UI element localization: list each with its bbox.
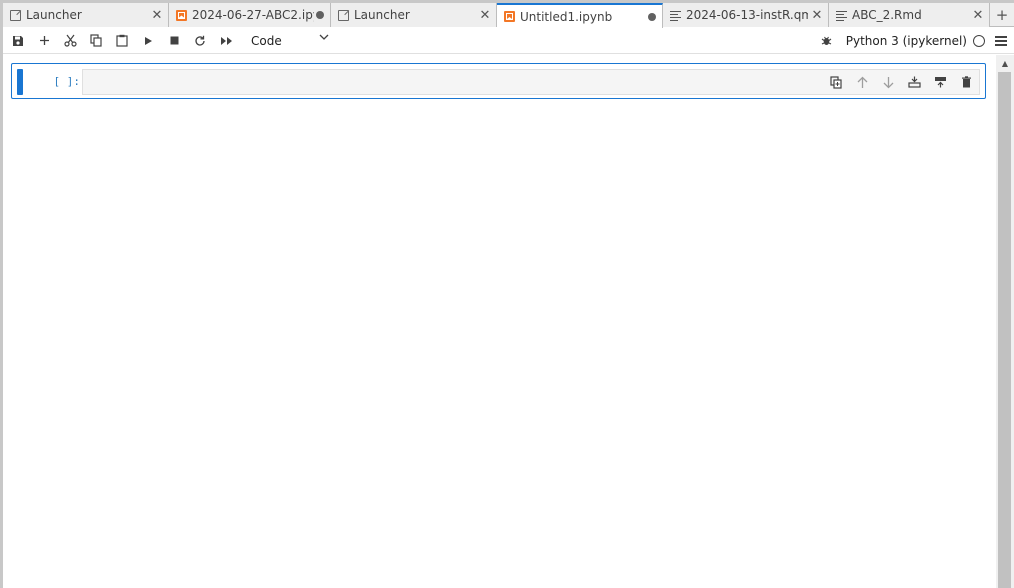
- tab-untitled1-notebook[interactable]: Untitled1.ipynb: [497, 3, 663, 28]
- insert-below-icon: [934, 77, 946, 88]
- duplicate-icon: [830, 75, 842, 89]
- tab-instr-qmd[interactable]: 2024-06-13-instR.qmd ✕: [663, 3, 829, 27]
- delete-cell-button[interactable]: [955, 71, 977, 93]
- kernel-area: Python 3 (ipykernel): [816, 29, 1014, 53]
- tab-label: 2024-06-27-ABC2.ipynb: [192, 8, 314, 22]
- kernel-name[interactable]: Python 3 (ipykernel): [846, 34, 967, 48]
- tab-launcher-2[interactable]: Launcher ✕: [331, 3, 497, 27]
- move-down-button[interactable]: [877, 71, 899, 93]
- restart-run-all-button[interactable]: [213, 29, 239, 53]
- move-up-button[interactable]: [851, 71, 873, 93]
- cell-type-select[interactable]: Code: [251, 31, 331, 51]
- chevron-down-icon: [319, 33, 329, 44]
- cell-prompt: [ ]:: [53, 74, 81, 88]
- text-file-icon: [670, 10, 681, 21]
- launcher-icon: [10, 9, 21, 21]
- close-icon[interactable]: ✕: [808, 8, 826, 23]
- code-cell[interactable]: [ ]:: [11, 63, 986, 99]
- tab-abc2-notebook[interactable]: 2024-06-27-ABC2.ipynb: [169, 3, 331, 27]
- text-file-icon: [836, 10, 847, 21]
- notebook-panel: [ ]:: [3, 55, 996, 588]
- duplicate-cell-button[interactable]: [825, 71, 847, 93]
- add-tab-button[interactable]: +: [990, 3, 1014, 27]
- copy-button[interactable]: [83, 29, 109, 53]
- bug-icon: [821, 36, 832, 45]
- interrupt-button[interactable]: [161, 29, 187, 53]
- launcher-icon: [338, 9, 349, 21]
- insert-above-icon: [907, 76, 921, 88]
- notebook-icon: [504, 11, 515, 22]
- play-icon: [144, 36, 152, 45]
- add-cell-button[interactable]: [31, 29, 57, 53]
- tab-launcher-1[interactable]: Launcher ✕: [3, 3, 169, 27]
- fast-forward-icon: [220, 36, 232, 45]
- scroll-thumb[interactable]: [998, 72, 1011, 588]
- unsaved-dot-icon[interactable]: [648, 12, 656, 21]
- tab-label: Untitled1.ipynb: [520, 9, 613, 24]
- close-icon[interactable]: ✕: [148, 8, 166, 23]
- close-icon[interactable]: ✕: [969, 8, 987, 23]
- arrow-up-icon: [857, 76, 867, 88]
- insert-above-button[interactable]: [903, 71, 925, 93]
- save-icon: [13, 35, 23, 46]
- insert-below-button[interactable]: [929, 71, 951, 93]
- cut-button[interactable]: [57, 29, 83, 53]
- debugger-button[interactable]: [816, 29, 838, 53]
- scissors-icon: [63, 34, 77, 47]
- tab-label: Launcher: [26, 8, 82, 22]
- close-icon[interactable]: ✕: [476, 8, 494, 23]
- paste-icon: [116, 34, 128, 47]
- copy-icon: [90, 34, 102, 47]
- menu-icon[interactable]: [991, 29, 1011, 53]
- tab-label: ABC_2.Rmd: [852, 8, 922, 22]
- tab-bar: Launcher ✕ 2024-06-27-ABC2.ipynb Launche…: [3, 3, 1014, 28]
- notebook-icon: [176, 9, 187, 21]
- restart-button[interactable]: [187, 29, 213, 53]
- scroll-up-arrow-icon[interactable]: ▲: [996, 55, 1014, 71]
- paste-button[interactable]: [109, 29, 135, 53]
- tab-abc2-rmd[interactable]: ABC_2.Rmd ✕: [829, 3, 990, 27]
- unsaved-dot-icon[interactable]: [316, 11, 324, 19]
- trash-icon: [961, 76, 971, 88]
- kernel-status-icon: [973, 34, 985, 47]
- cell-type-value: Code: [251, 33, 282, 48]
- tab-label: 2024-06-13-instR.qmd: [686, 8, 808, 22]
- notebook-toolbar: Code Python 3 (ipykernel): [3, 28, 1014, 54]
- restart-icon: [195, 35, 205, 46]
- arrow-down-icon: [883, 76, 893, 88]
- cell-collapser[interactable]: [17, 69, 23, 95]
- cell-toolbar: [825, 69, 977, 95]
- vertical-scrollbar[interactable]: ▲: [996, 55, 1014, 588]
- run-button[interactable]: [135, 29, 161, 53]
- tab-label: Launcher: [354, 8, 410, 22]
- stop-icon: [170, 36, 178, 45]
- plus-icon: [39, 36, 49, 45]
- save-button[interactable]: [5, 29, 31, 53]
